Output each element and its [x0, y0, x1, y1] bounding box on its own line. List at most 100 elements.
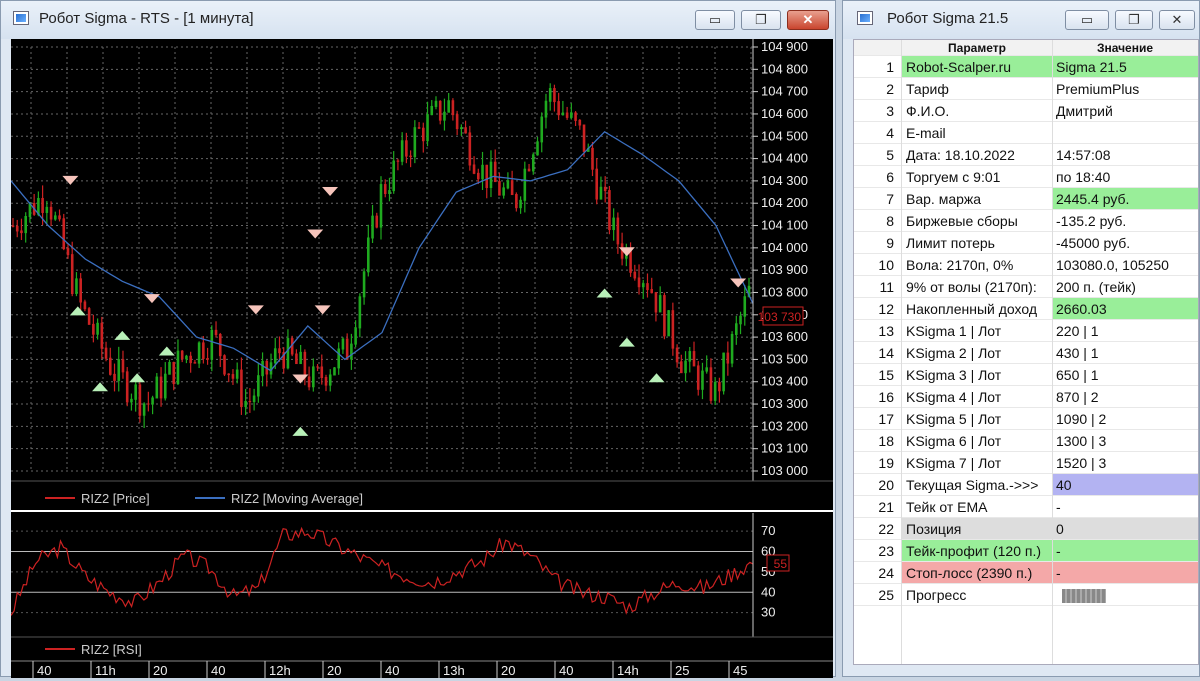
table-row[interactable]: 14 KSigma 2 | Лот 430 | 1 — [854, 342, 1198, 364]
param-cell[interactable]: Ф.И.О. — [902, 100, 1052, 121]
param-cell[interactable]: Тейк-профит (120 п.) — [902, 540, 1052, 561]
table-header: Параметр Значение — [854, 40, 1198, 56]
table-row[interactable]: 11 9% от волы (2170п): 200 п. (тейк) — [854, 276, 1198, 298]
parameters-table[interactable]: Параметр Значение 1 Robot-Scalper.ru Sigma… — [853, 39, 1199, 665]
table-row[interactable]: 3 Ф.И.О. Дмитрий — [854, 100, 1198, 122]
value-cell[interactable]: -45000 руб. — [1052, 232, 1198, 253]
value-cell[interactable]: 1520 | 3 — [1052, 452, 1198, 473]
param-cell[interactable]: 9% от волы (2170п): — [902, 276, 1052, 297]
table-row[interactable]: 2 Тариф PremiumPlus — [854, 78, 1198, 100]
table-row[interactable]: 18 KSigma 6 | Лот 1300 | 3 — [854, 430, 1198, 452]
table-row[interactable]: 25 Прогресс — [854, 584, 1198, 606]
param-cell[interactable]: Robot-Scalper.ru — [902, 56, 1052, 77]
table-row[interactable]: 15 KSigma 3 | Лот 650 | 1 — [854, 364, 1198, 386]
table-row[interactable]: 17 KSigma 5 | Лот 1090 | 2 — [854, 408, 1198, 430]
table-row[interactable]: 10 Вола: 2170п, 0% 103080.0, 105250 — [854, 254, 1198, 276]
buy-marker — [292, 426, 309, 436]
table-row[interactable]: 5 Дата: 18.10.2022 14:57:08 — [854, 144, 1198, 166]
param-column-header[interactable]: Параметр — [902, 40, 1052, 55]
param-cell[interactable]: Вар. маржа — [902, 188, 1052, 209]
maximize-button[interactable]: ❐ — [741, 10, 781, 30]
chart-window-titlebar[interactable]: Робот Sigma - RTS - [1 минута] ▭ ❐ ✕ — [1, 1, 835, 39]
table-row[interactable]: 12 Накопленный доход 2660.03 — [854, 298, 1198, 320]
table-row[interactable]: 20 Текущая Sigma.->>> 40 — [854, 474, 1198, 496]
table-row[interactable]: 24 Стоп-лосс (2390 п.) - — [854, 562, 1198, 584]
value-cell[interactable]: - — [1052, 540, 1198, 561]
price-chart[interactable]: 104 900 104 800 104 700 104 600 104 500 104 4… — [10, 39, 833, 678]
value-cell[interactable]: PremiumPlus — [1052, 78, 1198, 99]
table-row[interactable]: 13 KSigma 1 | Лот 220 | 1 — [854, 320, 1198, 342]
value-cell[interactable]: 14:57:08 — [1052, 144, 1198, 165]
chart-area[interactable]: 104 900 104 800 104 700 104 600 104 500 104 4… — [10, 39, 833, 678]
progress-cell[interactable] — [1052, 584, 1198, 605]
value-cell[interactable]: 430 | 1 — [1052, 342, 1198, 363]
time-axis: 40 11h 20 40 12h 20 40 13h 20 40 14h 25 45 — [32, 661, 747, 678]
row-number: 10 — [878, 257, 894, 273]
param-cell[interactable]: Стоп-лосс (2390 п.) — [902, 562, 1052, 583]
param-cell[interactable]: Лимит потерь — [902, 232, 1052, 253]
minimize-button[interactable]: ▭ — [695, 10, 735, 30]
value-cell[interactable]: 870 | 2 — [1052, 386, 1198, 407]
value-cell[interactable]: 2445.4 руб. — [1052, 188, 1198, 209]
param-cell[interactable]: Дата: 18.10.2022 — [902, 144, 1052, 165]
value-cell[interactable]: 220 | 1 — [1052, 320, 1198, 341]
value-cell[interactable]: по 18:40 — [1052, 166, 1198, 187]
value-cell[interactable] — [1052, 122, 1198, 143]
value-cell[interactable]: - — [1052, 496, 1198, 517]
table-row[interactable]: 6 Торгуем с 9:01 по 18:40 — [854, 166, 1198, 188]
param-cell[interactable]: KSigma 3 | Лот — [902, 364, 1052, 385]
price-tick-label: 103 200 — [761, 418, 808, 433]
table-row[interactable]: 8 Биржевые сборы -135.2 руб. — [854, 210, 1198, 232]
sell-marker — [143, 294, 160, 304]
value-cell[interactable]: 1090 | 2 — [1052, 408, 1198, 429]
price-tick-label: 104 600 — [761, 106, 808, 121]
value-column-header[interactable]: Значение — [1052, 40, 1198, 55]
table-row[interactable]: 1 Robot-Scalper.ru Sigma 21.5 — [854, 56, 1198, 78]
robot-window-titlebar[interactable]: Робот Sigma 21.5 ▭ ❐ ✕ — [843, 1, 1199, 39]
table-row[interactable]: 16 KSigma 4 | Лот 870 | 2 — [854, 386, 1198, 408]
value-cell[interactable]: Дмитрий — [1052, 100, 1198, 121]
param-cell[interactable]: Тейк от EMA — [902, 496, 1052, 517]
table-row[interactable]: 7 Вар. маржа 2445.4 руб. — [854, 188, 1198, 210]
table-row[interactable]: 22 Позиция 0 — [854, 518, 1198, 540]
value-cell[interactable]: 40 — [1052, 474, 1198, 495]
param-cell[interactable]: Накопленный доход — [902, 298, 1052, 319]
table-row[interactable]: 4 E-mail — [854, 122, 1198, 144]
param-cell[interactable]: Прогресс — [902, 584, 1052, 605]
value-cell[interactable]: 200 п. (тейк) — [1052, 276, 1198, 297]
param-cell[interactable]: E-mail — [902, 122, 1052, 143]
table-row[interactable]: 23 Тейк-профит (120 п.) - — [854, 540, 1198, 562]
param-cell[interactable]: Текущая Sigma.->>> — [902, 474, 1052, 495]
table-row[interactable]: 19 KSigma 7 | Лот 1520 | 3 — [854, 452, 1198, 474]
value-cell[interactable]: -135.2 руб. — [1052, 210, 1198, 231]
value-cell[interactable]: 103080.0, 105250 — [1052, 254, 1198, 275]
value-cell[interactable]: 2660.03 — [1052, 298, 1198, 319]
value-cell[interactable]: 1300 | 3 — [1052, 430, 1198, 451]
param-cell[interactable]: Позиция — [902, 518, 1052, 539]
row-number: 6 — [886, 169, 894, 185]
time-tick-label: 45 — [733, 663, 747, 678]
param-cell[interactable]: Биржевые сборы — [902, 210, 1052, 231]
minimize-button[interactable]: ▭ — [1065, 10, 1109, 30]
value-cell[interactable]: - — [1052, 562, 1198, 583]
table-row[interactable]: 9 Лимит потерь -45000 руб. — [854, 232, 1198, 254]
param-cell[interactable]: KSigma 4 | Лот — [902, 386, 1052, 407]
param-cell[interactable]: Вола: 2170п, 0% — [902, 254, 1052, 275]
close-button[interactable]: ✕ — [1159, 10, 1195, 30]
row-number: 12 — [878, 301, 894, 317]
param-cell[interactable]: KSigma 7 | Лот — [902, 452, 1052, 473]
value-cell[interactable]: 0 — [1052, 518, 1198, 539]
value-cell[interactable]: Sigma 21.5 — [1052, 56, 1198, 77]
param-cell[interactable]: KSigma 1 | Лот — [902, 320, 1052, 341]
close-button[interactable]: ✕ — [787, 10, 829, 30]
param-cell[interactable]: KSigma 5 | Лот — [902, 408, 1052, 429]
table-row[interactable]: 21 Тейк от EMA - — [854, 496, 1198, 518]
param-cell[interactable]: Торгуем с 9:01 — [902, 166, 1052, 187]
maximize-button[interactable]: ❐ — [1115, 10, 1153, 30]
param-cell[interactable]: KSigma 2 | Лот — [902, 342, 1052, 363]
rsi-last-tag: 55 — [766, 554, 790, 572]
rsi-last-label: 55 — [774, 557, 788, 571]
param-cell[interactable]: Тариф — [902, 78, 1052, 99]
value-cell[interactable]: 650 | 1 — [1052, 364, 1198, 385]
param-cell[interactable]: KSigma 6 | Лот — [902, 430, 1052, 451]
